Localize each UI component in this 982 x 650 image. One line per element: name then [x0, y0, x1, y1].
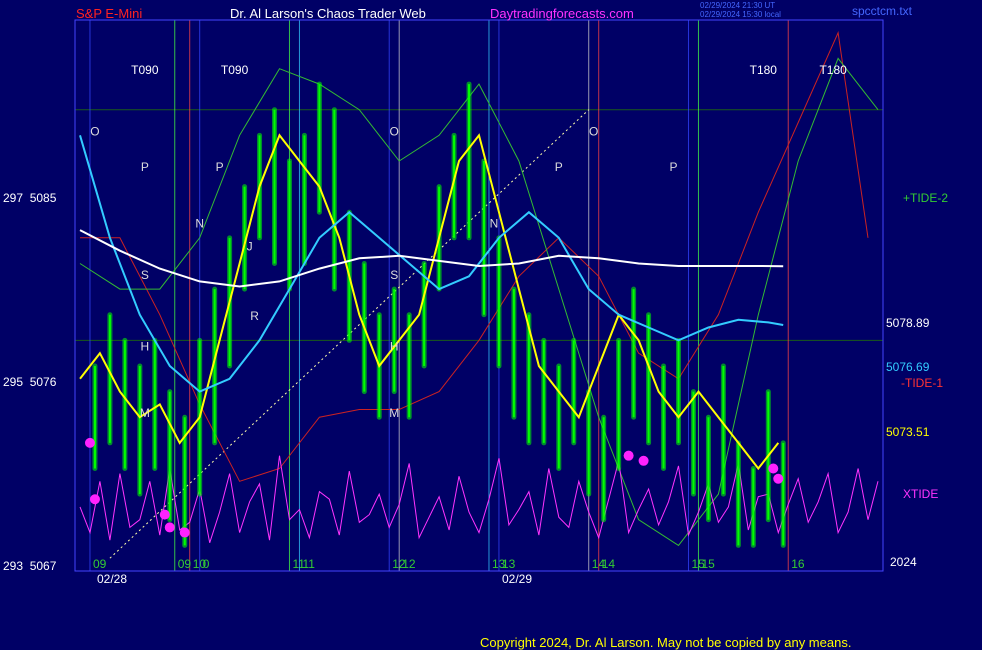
plot-background — [0, 0, 982, 650]
cycle-marker: T090 — [131, 63, 159, 77]
tide1-label: -TIDE-1 — [901, 376, 943, 390]
ma-cyan-value: 5076.69 — [886, 360, 930, 374]
hour-tick-label: 11 — [302, 557, 315, 571]
planet-letter: S — [141, 268, 149, 282]
pivot-point — [164, 522, 175, 533]
date-label-0228: 02/28 — [97, 572, 128, 586]
price: 5067 — [29, 559, 57, 573]
pivot-point — [179, 527, 190, 538]
xtide-label: XTIDE — [903, 487, 939, 501]
chart-plot: 09 10 11 12 13 14 15 1609 0 11 12 13 14 15 T090 T180T0… — [0, 0, 982, 650]
planet-letter: O — [90, 124, 99, 138]
planet-letter: O — [589, 124, 598, 138]
data-file-label: spcctcm.txt — [852, 4, 913, 18]
price: 5085 — [29, 191, 57, 205]
planet-letter: R — [250, 309, 259, 323]
timestamp-ut: 02/29/2024 21:30 UT — [700, 1, 776, 10]
planet-letter: P — [141, 160, 149, 174]
pivot-point — [623, 450, 634, 461]
hour-tick-label: 12 — [402, 557, 416, 571]
planet-letter: P — [555, 160, 563, 174]
alt-price: 295 — [3, 375, 24, 389]
price-label-bottom: 293 5067 — [3, 559, 56, 573]
hour-tick-label: 16 — [791, 557, 805, 571]
price-label-top: 297 5085 — [3, 191, 56, 205]
hour-tick-label: 09 — [178, 557, 192, 571]
planet-letter: P — [670, 160, 678, 174]
planet-letter: P — [216, 160, 224, 174]
hour-tick-label: 13 — [502, 557, 516, 571]
cycle-marker: T180 — [750, 63, 778, 77]
hour-tick-label: 14 — [602, 557, 616, 571]
planet-letter: J — [247, 240, 253, 254]
planet-letter: N — [490, 217, 499, 231]
ema-yellow-value: 5073.51 — [886, 425, 930, 439]
alt-price: 293 — [3, 559, 24, 573]
planet-letter: N — [195, 217, 204, 231]
ma-white-value: 5078.89 — [886, 316, 930, 330]
planet-letter: M — [389, 406, 399, 420]
pivot-point — [773, 473, 784, 484]
alt-price: 297 — [3, 191, 24, 205]
hour-tick-label: 09 — [93, 557, 107, 571]
pivot-point — [89, 494, 100, 505]
timestamp-local: 02/29/2024 15:30 local — [700, 10, 781, 19]
cycle-marker: T090 — [221, 63, 249, 77]
site-link[interactable]: Daytradingforecasts.com — [490, 6, 634, 21]
tide2-label: +TIDE-2 — [903, 191, 949, 205]
pivot-point — [159, 509, 170, 520]
copyright: Copyright 2024, Dr. Al Larson. May not b… — [480, 635, 852, 650]
planet-letter: M — [140, 406, 150, 420]
pivot-point — [638, 455, 649, 466]
instrument-label: S&P E-Mini — [76, 6, 143, 21]
cycle-marker: T180 — [819, 63, 847, 77]
date-label-0229: 02/29 — [502, 572, 533, 586]
hour-tick-label: 15 — [701, 557, 715, 571]
chart-title: Dr. Al Larson's Chaos Trader Web — [230, 6, 426, 21]
price-label-mid: 295 5076 — [3, 375, 56, 389]
planet-letter: H — [140, 340, 149, 354]
price: 5076 — [29, 375, 57, 389]
hour-tick-label: 0 — [203, 557, 210, 571]
planet-letter: S — [390, 268, 398, 282]
planet-letter: H — [390, 340, 399, 354]
year-label: 2024 — [890, 555, 917, 569]
pivot-point — [768, 463, 779, 474]
pivot-point — [84, 437, 95, 448]
planet-letter: O — [390, 124, 399, 138]
